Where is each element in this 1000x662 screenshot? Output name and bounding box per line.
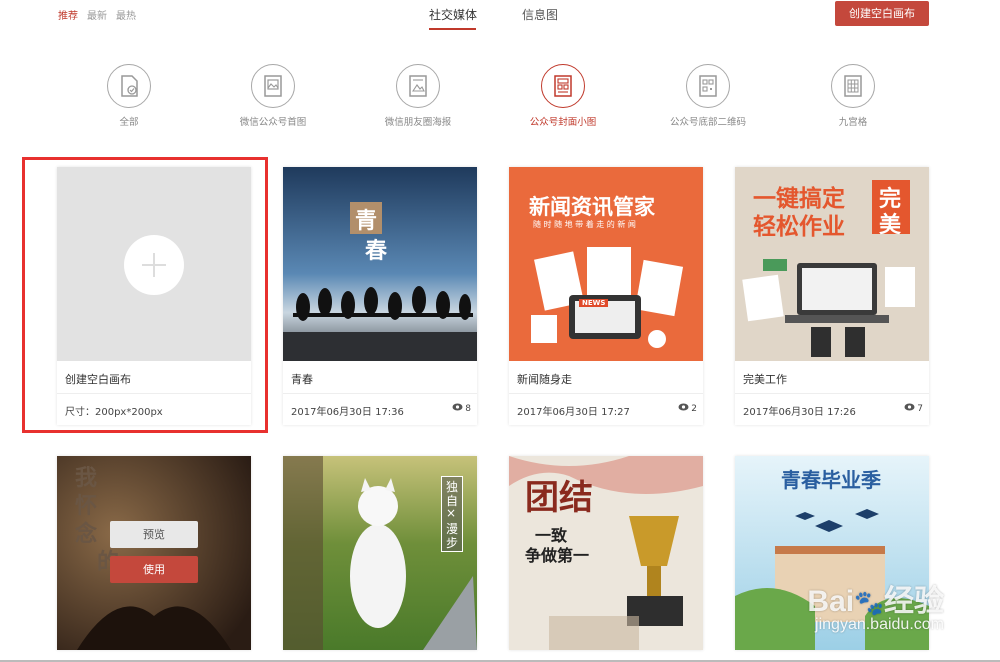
template-thumbnail: 一键搞定 轻松作业 完 美 — [735, 167, 929, 361]
nine-grid-icon — [831, 64, 875, 108]
canvas-size: 尺寸：200px*200px — [65, 407, 163, 418]
thumb-headline: 团结 — [525, 478, 593, 518]
thumb-char: 念 — [75, 522, 98, 547]
qrcode-icon — [686, 64, 730, 108]
thumb-char: 步 — [446, 536, 459, 550]
view-number: 8 — [465, 403, 471, 414]
card-title: 青春 — [291, 373, 313, 386]
view-count: 7 — [904, 403, 923, 414]
category-cover-thumbnail[interactable]: 公众号封面小图 — [513, 64, 613, 128]
view-number: 7 — [917, 403, 923, 414]
paw-icon: 🐾 — [854, 590, 884, 617]
thumb-subline: 争做第一 — [525, 546, 590, 565]
template-card[interactable]: 青 春 青春 2017年06月30日 17:36 8 — [283, 167, 477, 425]
card-date: 2017年06月30日 17:27 — [517, 407, 630, 418]
image-frame-icon — [251, 64, 295, 108]
divider — [57, 393, 251, 394]
sort-tab-recommended[interactable]: 推荐 — [58, 11, 78, 22]
plus-icon[interactable] — [124, 235, 184, 295]
eye-icon — [678, 403, 689, 414]
template-thumbnail: 青 春 — [283, 167, 477, 361]
template-card-hovered[interactable]: 我 怀 念 的 预览 使用 — [57, 456, 251, 650]
poster-icon — [396, 64, 440, 108]
card-date: 2017年06月30日 17:36 — [291, 407, 404, 418]
card-title: 创建空白画布 — [65, 373, 131, 386]
category-bottom-qrcode[interactable]: 公众号底部二维码 — [658, 64, 758, 128]
watermark-brand-2: 经验 — [884, 585, 944, 618]
watermark-url: jingyan.baidu.com — [815, 616, 944, 633]
sort-tab-newest[interactable]: 最新 — [87, 11, 107, 22]
divider — [735, 393, 929, 394]
top-bar: 推荐 最新 最热 社交媒体 信息图 创建空白画布 — [0, 0, 1000, 34]
category-all[interactable]: 全部 — [79, 64, 179, 128]
preview-button[interactable]: 预览 — [110, 521, 198, 548]
view-count: 8 — [452, 403, 471, 414]
category-label: 公众号封面小图 — [529, 117, 597, 128]
doc-check-icon — [107, 64, 151, 108]
template-card[interactable]: 团结 一致 争做第一 — [509, 456, 703, 650]
thumb-char: × — [446, 506, 457, 520]
watermark-brand: Bai — [807, 585, 855, 618]
template-card[interactable]: 一键搞定 轻松作业 完 美 完美工作 2017年06月30日 17:26 7 — [735, 167, 929, 425]
thumb-char: 春 — [365, 239, 388, 264]
sort-tab-hottest[interactable]: 最热 — [116, 11, 136, 22]
card-title: 完美工作 — [743, 373, 787, 386]
divider — [509, 393, 703, 394]
divider — [283, 393, 477, 394]
category-nine-grid[interactable]: 九宫格 — [803, 64, 903, 128]
category-label: 全部 — [119, 117, 139, 128]
card-title: 新闻随身走 — [517, 373, 572, 386]
active-tab-indicator — [429, 28, 476, 30]
category-label: 公众号底部二维码 — [669, 117, 746, 128]
use-button[interactable]: 使用 — [110, 556, 198, 583]
news-badge: NEWS — [579, 299, 609, 307]
template-thumbnail: 新闻资讯管家 随 时 随 地 带 着 走 的 新 闻 NEWS — [509, 167, 703, 361]
category-moments-poster[interactable]: 微信朋友圈海报 — [368, 64, 468, 128]
category-label: 微信公众号首图 — [239, 117, 307, 128]
blank-canvas-thumbnail — [57, 167, 251, 361]
view-number: 2 — [691, 403, 697, 414]
sort-tabs: 推荐 最新 最热 — [58, 7, 145, 22]
blank-canvas-card[interactable]: 创建空白画布 尺寸：200px*200px — [57, 167, 251, 425]
thumb-char: 青 — [355, 209, 378, 234]
cover-grid-icon — [541, 64, 585, 108]
eye-icon — [904, 403, 915, 414]
template-card[interactable]: 新闻资讯管家 随 时 随 地 带 着 走 的 新 闻 NEWS 新闻随身走 20… — [509, 167, 703, 425]
template-card[interactable]: 独 自 × 漫 步 — [283, 456, 477, 650]
category-label: 微信朋友圈海报 — [384, 117, 452, 128]
baidu-watermark: Bai🐾经验 — [807, 576, 944, 620]
eye-icon — [452, 403, 463, 414]
category-label: 九宫格 — [838, 117, 868, 128]
tab-social-media[interactable]: 社交媒体 — [429, 6, 477, 23]
card-date: 2017年06月30日 17:26 — [743, 407, 856, 418]
tab-infographic[interactable]: 信息图 — [522, 6, 558, 23]
category-wechat-header[interactable]: 微信公众号首图 — [223, 64, 323, 128]
view-count: 2 — [678, 403, 697, 414]
create-blank-canvas-button[interactable]: 创建空白画布 — [835, 1, 929, 26]
thumb-headline: 青春毕业季 — [781, 468, 881, 492]
